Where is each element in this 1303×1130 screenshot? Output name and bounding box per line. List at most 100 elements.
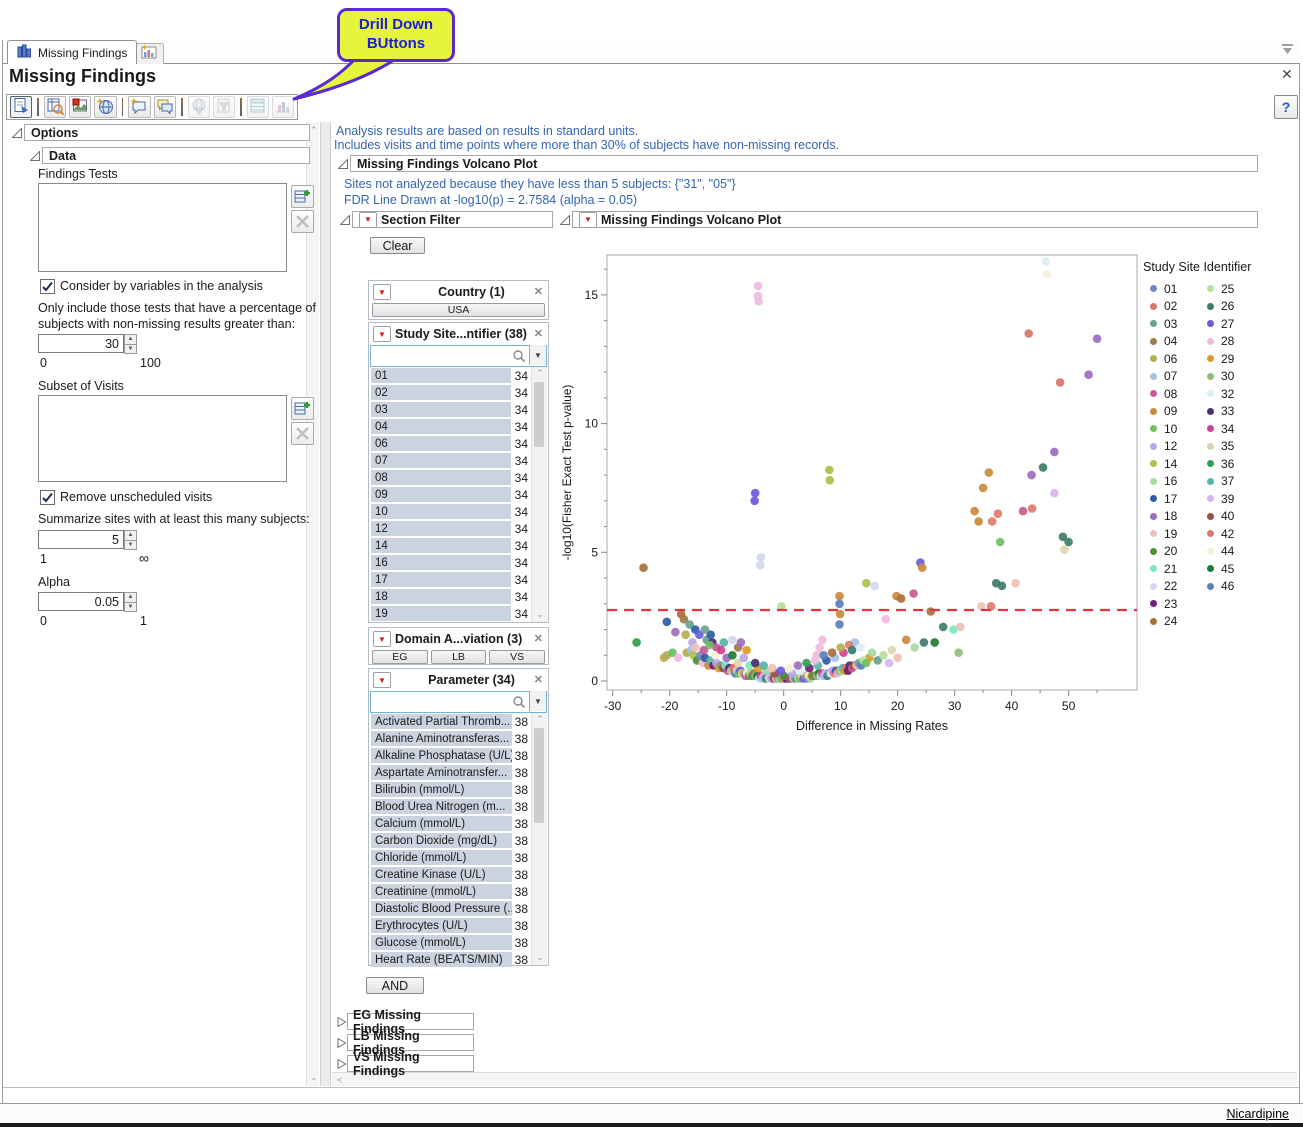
- section-filter-header[interactable]: ▼ Section Filter: [352, 211, 553, 228]
- lb-missing-findings-section[interactable]: LB Missing Findings: [347, 1034, 474, 1051]
- legend-entry[interactable]: 03: [1150, 315, 1177, 333]
- volcano-plot-header[interactable]: ▼ Missing Findings Volcano Plot: [572, 211, 1258, 228]
- site-filter-row[interactable]: 1834: [369, 588, 548, 605]
- percent-input[interactable]: 30: [38, 334, 124, 353]
- volcano-section-header[interactable]: Missing Findings Volcano Plot: [350, 155, 1258, 172]
- percent-spinner[interactable]: ▲▼: [124, 334, 137, 353]
- alpha-input[interactable]: 0.05: [38, 592, 124, 611]
- legend-entry[interactable]: 46: [1207, 578, 1234, 596]
- legend-entry[interactable]: 25: [1207, 280, 1234, 298]
- legend-entry[interactable]: 40: [1207, 508, 1234, 526]
- eg-missing-findings-section[interactable]: EG Missing Findings: [347, 1013, 474, 1030]
- legend-entry[interactable]: 32: [1207, 385, 1234, 403]
- volcano-plot[interactable]: -30-20-1001020304050051015Difference in …: [557, 250, 1143, 741]
- report-button[interactable]: [10, 96, 32, 118]
- legend-entry[interactable]: 24: [1150, 613, 1177, 631]
- legend-entry[interactable]: 27: [1207, 315, 1234, 333]
- parameter-filter-scrollbar[interactable]: ⌃⌄: [531, 713, 547, 965]
- legend-entry[interactable]: 37: [1207, 473, 1234, 491]
- legend-entry[interactable]: 04: [1150, 333, 1177, 351]
- parameter-filter-row[interactable]: Creatinine (mmol/L)38: [369, 883, 548, 900]
- parameter-filter-row[interactable]: Creatine Kinase (U/L)38: [369, 866, 548, 883]
- legend-entry[interactable]: 28: [1207, 333, 1234, 351]
- volcano-filter-disclosure-icon[interactable]: [560, 215, 570, 225]
- publish-button[interactable]: [94, 96, 116, 118]
- site-filter-row[interactable]: 0434: [369, 418, 548, 435]
- help-button[interactable]: ?: [1274, 95, 1298, 119]
- volcano-section-disclosure-icon[interactable]: [338, 159, 348, 169]
- site-filter-row[interactable]: 0634: [369, 435, 548, 452]
- parameter-filter-row[interactable]: Heart Rate (BEATS/MIN)38: [369, 951, 548, 968]
- site-filter-row[interactable]: 0234: [369, 384, 548, 401]
- site-filter-row[interactable]: 0334: [369, 401, 548, 418]
- left-panel-scrollbar[interactable]: ⌃ ⌄: [306, 122, 319, 1086]
- domain-button-lb[interactable]: LB: [431, 650, 487, 664]
- site-menu-button[interactable]: ▼: [373, 326, 391, 342]
- legend-entry[interactable]: 14: [1150, 455, 1177, 473]
- findings-tests-listbox[interactable]: [38, 183, 287, 272]
- site-filter-row[interactable]: 0734: [369, 452, 548, 469]
- add-visits-button[interactable]: [291, 397, 314, 420]
- site-filter-row[interactable]: 0834: [369, 469, 548, 486]
- site-filter-row[interactable]: 0134: [369, 367, 548, 384]
- eg-disclosure-icon[interactable]: [337, 1017, 347, 1027]
- legend-entry[interactable]: 08: [1150, 385, 1177, 403]
- legend-entry[interactable]: 09: [1150, 403, 1177, 421]
- panel-divider[interactable]: [320, 122, 331, 1086]
- legend-entry[interactable]: 06: [1150, 350, 1177, 368]
- parameter-filter-row[interactable]: Erythrocytes (U/L)38: [369, 917, 548, 934]
- site-filter-row[interactable]: 1934: [369, 605, 548, 622]
- parameter-filter-row[interactable]: Glucose (mmol/L)38: [369, 934, 548, 951]
- legend-entry[interactable]: 12: [1150, 438, 1177, 456]
- parameter-filter-row[interactable]: Aspartate Aminotransfer...38: [369, 764, 548, 781]
- legend-entry[interactable]: 07: [1150, 368, 1177, 386]
- vs-missing-findings-section[interactable]: VS Missing Findings: [347, 1055, 474, 1072]
- site-filter-row[interactable]: 1734: [369, 571, 548, 588]
- parameter-filter-row[interactable]: Alkaline Phosphatase (U/L)38: [369, 747, 548, 764]
- parameter-filter-row[interactable]: Carbon Dioxide (mg/dL)38: [369, 832, 548, 849]
- legend-entry[interactable]: 39: [1207, 490, 1234, 508]
- site-filter-row[interactable]: 0934: [369, 486, 548, 503]
- country-filter-header[interactable]: ▼ Country (1) ✕: [369, 281, 548, 303]
- country-menu-button[interactable]: ▼: [373, 284, 391, 300]
- domain-button-eg[interactable]: EG: [372, 650, 428, 664]
- vs-disclosure-icon[interactable]: [337, 1059, 347, 1069]
- parameter-menu-button[interactable]: ▼: [373, 672, 391, 688]
- consider-by-variables-checkbox[interactable]: [40, 279, 55, 294]
- parameter-filter-row[interactable]: Activated Partial Thromb...38: [369, 713, 548, 730]
- legend-entry[interactable]: 23: [1150, 595, 1177, 613]
- site-filter-header[interactable]: ▼ Study Site...ntifier (38) ✕: [369, 323, 548, 345]
- site-search-input[interactable]: ▼: [370, 345, 547, 367]
- legend-entry[interactable]: 26: [1207, 298, 1234, 316]
- funnel-menu-icon[interactable]: [1281, 42, 1294, 60]
- legend-entry[interactable]: 10: [1150, 420, 1177, 438]
- parameter-filter-row[interactable]: Blood Urea Nitrogen (m...38: [369, 798, 548, 815]
- parameter-filter-row[interactable]: Alanine Aminotransferas...38: [369, 730, 548, 747]
- legend-entry[interactable]: 20: [1150, 543, 1177, 561]
- legend-entry[interactable]: 29: [1207, 350, 1234, 368]
- site-filter-row[interactable]: 1234: [369, 520, 548, 537]
- parameter-filter-row[interactable]: Diastolic Blood Pressure (...38: [369, 900, 548, 917]
- close-icon[interactable]: ✕: [1281, 66, 1293, 83]
- parameter-search-dropdown[interactable]: ▼: [529, 691, 546, 711]
- parameter-filter-header[interactable]: ▼ Parameter (34) ✕: [369, 669, 548, 691]
- add-findings-tests-button[interactable]: [291, 185, 314, 208]
- tab-missing-findings[interactable]: Missing Findings: [7, 40, 137, 64]
- data-table-button[interactable]: [44, 96, 66, 118]
- country-item-usa[interactable]: USA: [372, 303, 545, 317]
- site-filter-scrollbar[interactable]: ⌃⌄: [531, 367, 547, 622]
- legend-entry[interactable]: 17: [1150, 490, 1177, 508]
- domain-filter-header[interactable]: ▼ Domain A...viation (3) ✕: [369, 628, 548, 650]
- legend-entry[interactable]: 21: [1150, 560, 1177, 578]
- site-search-dropdown[interactable]: ▼: [529, 345, 546, 365]
- section-filter-menu-button[interactable]: ▼: [359, 212, 377, 228]
- subset-visits-listbox[interactable]: [38, 395, 287, 482]
- legend-entry[interactable]: 18: [1150, 508, 1177, 526]
- site-filter-row[interactable]: 1434: [369, 537, 548, 554]
- legend-entry[interactable]: 19: [1150, 525, 1177, 543]
- legend-entry[interactable]: 36: [1207, 455, 1234, 473]
- site-close-icon[interactable]: ✕: [534, 327, 543, 340]
- summarize-spinner[interactable]: ▲▼: [124, 530, 137, 549]
- legend-entry[interactable]: 16: [1150, 473, 1177, 491]
- lb-disclosure-icon[interactable]: [337, 1038, 347, 1048]
